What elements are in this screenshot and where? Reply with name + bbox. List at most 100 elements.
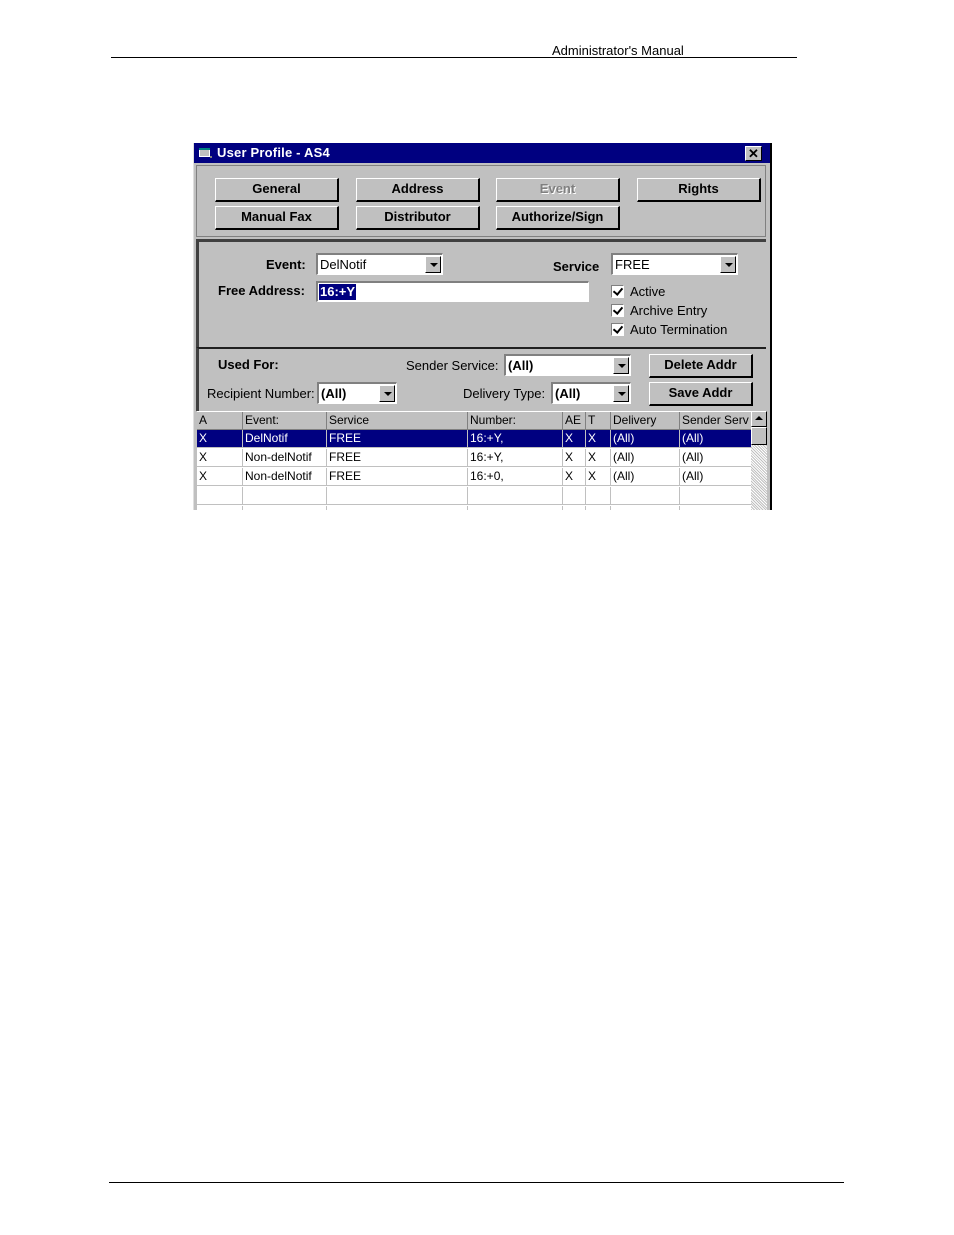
auto-termination-checkbox[interactable]: Auto Termination <box>611 322 727 337</box>
chevron-down-icon[interactable] <box>613 357 629 374</box>
cell-delivery[interactable] <box>611 487 680 505</box>
cell-service[interactable]: FREE <box>327 430 468 448</box>
cell-number[interactable]: 16:+0, <box>468 468 563 486</box>
cell-a[interactable] <box>197 506 243 510</box>
filter-panel: Used For: Sender Service: (All) Delete A… <box>196 347 766 411</box>
tab-address-button[interactable]: Address <box>356 178 480 202</box>
column-header-t[interactable]: T <box>586 412 611 430</box>
delivery-type-label: Delivery Type: <box>463 386 546 401</box>
free-address-input[interactable]: 16:+Y <box>316 281 589 302</box>
tab-rights-button[interactable]: Rights <box>637 178 761 202</box>
save-addr-button[interactable]: Save Addr <box>649 382 753 406</box>
cell-t[interactable] <box>586 487 611 505</box>
delivery-type-value: (All) <box>555 386 581 401</box>
column-header-sender-serv[interactable]: Sender Serv <box>680 412 751 430</box>
cell-sender-serv[interactable]: (All) <box>680 449 751 467</box>
grid-vertical-scrollbar[interactable] <box>751 411 767 510</box>
event-select-value: DelNotif <box>320 257 367 272</box>
cell-delivery[interactable]: (All) <box>611 430 680 448</box>
cell-number[interactable]: 16:+Y, <box>468 449 563 467</box>
header-rule <box>111 57 797 58</box>
cell-delivery[interactable]: (All) <box>611 449 680 467</box>
cell-a[interactable] <box>197 487 243 505</box>
cell-t[interactable]: X <box>586 430 611 448</box>
free-address-value: 16:+Y <box>319 284 357 300</box>
service-select[interactable]: FREE <box>611 253 738 275</box>
tab-button-area: General Address Event Rights Manual Fax … <box>196 165 766 237</box>
cell-number[interactable] <box>468 487 563 505</box>
event-select[interactable]: DelNotif <box>316 253 443 275</box>
grid-header-row: A Event: Service Number: AE T Delivery S… <box>197 412 751 430</box>
tab-distributor-button[interactable]: Distributor <box>356 206 480 230</box>
archive-entry-checkbox[interactable]: Archive Entry <box>611 303 707 318</box>
address-grid: A Event: Service Number: AE T Delivery S… <box>197 411 751 510</box>
cell-sender-serv[interactable] <box>680 506 751 510</box>
table-row[interactable] <box>197 506 751 510</box>
tab-event-button: Event <box>496 178 620 202</box>
column-header-a[interactable]: A <box>197 412 243 430</box>
cell-service[interactable]: FREE <box>327 468 468 486</box>
cell-service[interactable] <box>327 506 468 510</box>
checkbox-checked-icon <box>611 285 624 298</box>
chevron-down-icon[interactable] <box>425 256 441 273</box>
chevron-down-icon[interactable] <box>613 385 629 402</box>
event-panel: Event: DelNotif Service FREE Free Addres… <box>196 239 766 347</box>
sender-service-label: Sender Service: <box>406 358 499 373</box>
window-app-icon <box>199 148 212 158</box>
column-header-service[interactable]: Service <box>327 412 468 430</box>
column-header-number[interactable]: Number: <box>468 412 563 430</box>
table-row[interactable]: X Non-delNotif FREE 16:+0, X X (All) (All) <box>197 468 751 486</box>
cell-a[interactable]: X <box>197 430 243 448</box>
chevron-down-icon[interactable] <box>720 256 736 273</box>
cell-event[interactable]: DelNotif <box>243 430 327 448</box>
cell-event[interactable]: Non-delNotif <box>243 449 327 467</box>
delete-addr-button[interactable]: Delete Addr <box>649 354 753 378</box>
cell-a[interactable]: X <box>197 468 243 486</box>
delivery-type-select[interactable]: (All) <box>551 382 631 404</box>
cell-ae[interactable]: X <box>563 468 586 486</box>
close-button[interactable]: ✕ <box>745 146 762 161</box>
sender-service-select[interactable]: (All) <box>504 354 631 376</box>
cell-t[interactable] <box>586 506 611 510</box>
column-header-delivery[interactable]: Delivery <box>611 412 680 430</box>
cell-event[interactable] <box>243 506 327 510</box>
cell-ae[interactable] <box>563 487 586 505</box>
cell-t[interactable]: X <box>586 449 611 467</box>
tab-general-button[interactable]: General <box>215 178 339 202</box>
chevron-down-icon[interactable] <box>379 385 395 402</box>
cell-sender-serv[interactable]: (All) <box>680 468 751 486</box>
active-checkbox[interactable]: Active <box>611 284 665 299</box>
auto-termination-checkbox-label: Auto Termination <box>630 322 728 337</box>
cell-ae[interactable]: X <box>563 449 586 467</box>
cell-ae[interactable]: X <box>563 430 586 448</box>
cell-a[interactable]: X <box>197 449 243 467</box>
scroll-up-arrow-icon[interactable] <box>751 411 767 427</box>
column-header-event[interactable]: Event: <box>243 412 327 430</box>
sender-service-value: (All) <box>508 358 534 373</box>
recipient-number-select[interactable]: (All) <box>317 382 397 404</box>
table-row[interactable]: X Non-delNotif FREE 16:+Y, X X (All) (All) <box>197 449 751 467</box>
checkbox-checked-icon <box>611 323 624 336</box>
cell-delivery[interactable] <box>611 506 680 510</box>
cell-service[interactable] <box>327 487 468 505</box>
cell-event[interactable]: Non-delNotif <box>243 468 327 486</box>
tab-authorize-sign-button[interactable]: Authorize/Sign <box>496 206 620 230</box>
cell-number[interactable] <box>468 506 563 510</box>
scroll-thumb[interactable] <box>751 427 767 445</box>
cell-number[interactable]: 16:+Y, <box>468 430 563 448</box>
checkbox-checked-icon <box>611 304 624 317</box>
cell-sender-serv[interactable]: (All) <box>680 430 751 448</box>
cell-sender-serv[interactable] <box>680 487 751 505</box>
user-profile-window: User Profile - AS4 ✕ General Address Eve… <box>193 143 772 510</box>
column-header-ae[interactable]: AE <box>563 412 586 430</box>
cell-delivery[interactable]: (All) <box>611 468 680 486</box>
table-row[interactable] <box>197 487 751 505</box>
cell-event[interactable] <box>243 487 327 505</box>
cell-service[interactable]: FREE <box>327 449 468 467</box>
event-label: Event: <box>266 257 306 272</box>
tab-manual-fax-button[interactable]: Manual Fax <box>215 206 339 230</box>
cell-t[interactable]: X <box>586 468 611 486</box>
title-bar[interactable]: User Profile - AS4 ✕ <box>194 143 770 163</box>
cell-ae[interactable] <box>563 506 586 510</box>
table-row[interactable]: X DelNotif FREE 16:+Y, X X (All) (All) <box>197 430 751 448</box>
